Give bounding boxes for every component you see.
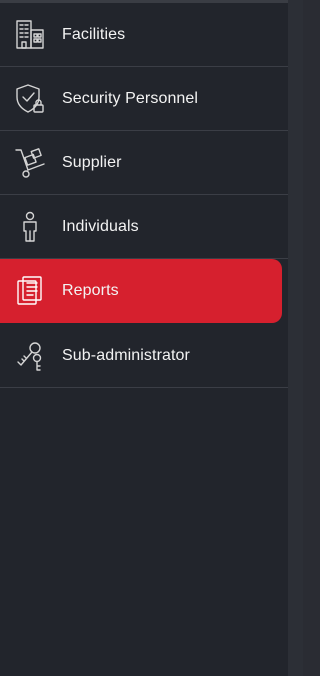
sidebar-item-label: Sub-administrator [62, 346, 190, 364]
shield-lock-icon [10, 79, 50, 119]
sidebar-item-facilities[interactable]: Facilities [0, 3, 288, 67]
sidebar-scroll-gutter [288, 0, 303, 676]
sidebar-item-label: Reports [62, 282, 119, 299]
report-document-icon [10, 271, 50, 311]
sidebar-item-reports[interactable]: Reports [0, 259, 282, 323]
sidebar-menu: Facilities Security Personnel Supplier I… [0, 3, 288, 388]
sidebar-item-label: Supplier [62, 153, 122, 171]
sidebar-item-label: Security Personnel [62, 89, 199, 107]
sidebar-item-supplier[interactable]: Supplier [0, 131, 288, 195]
person-icon [10, 207, 50, 247]
sidebar-item-label: Facilities [62, 25, 126, 43]
admin-keys-icon [10, 336, 50, 376]
sidebar: Facilities Security Personnel Supplier I… [0, 0, 288, 676]
sidebar-item-security-personnel[interactable]: Security Personnel [0, 67, 288, 131]
hand-truck-icon [10, 143, 50, 183]
building-icon [10, 15, 50, 55]
sidebar-item-label: Individuals [62, 217, 139, 235]
sidebar-item-individuals[interactable]: Individuals [0, 195, 288, 259]
sidebar-item-sub-administrator[interactable]: Sub-administrator [0, 324, 288, 388]
